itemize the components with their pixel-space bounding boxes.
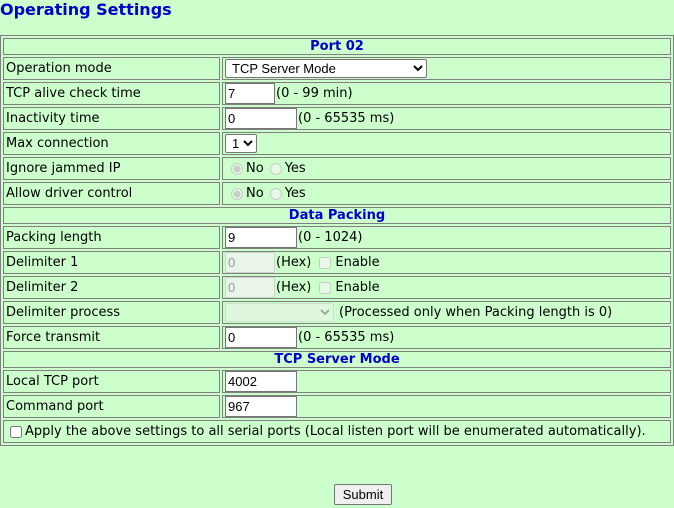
- driver-control-no-label: No: [246, 186, 264, 201]
- operation-mode-select[interactable]: TCP Server Mode: [225, 59, 427, 78]
- row-delimiter-2: Delimiter 2 (Hex) Enable: [3, 276, 671, 299]
- delimiter-1-enable-option[interactable]: Enable: [311, 255, 380, 270]
- ignore-jammed-yes-label: Yes: [284, 161, 306, 176]
- delimiter-process-select[interactable]: [225, 303, 334, 322]
- allow-driver-control-label: Allow driver control: [3, 182, 220, 205]
- row-allow-driver-control: Allow driver control No Yes: [3, 182, 671, 205]
- delimiter-1-hex-label: (Hex): [276, 255, 312, 270]
- tcp-alive-check-label: TCP alive check time: [3, 82, 220, 105]
- driver-control-no-radio[interactable]: [231, 187, 243, 200]
- command-port-input[interactable]: [225, 396, 297, 417]
- ignore-jammed-no-label: No: [246, 161, 264, 176]
- delimiter-1-enable-label: Enable: [335, 255, 380, 270]
- row-local-tcp-port: Local TCP port: [3, 370, 671, 393]
- inactivity-time-label: Inactivity time: [3, 107, 220, 130]
- row-tcp-alive-check: TCP alive check time (0 - 99 min): [3, 82, 671, 105]
- row-command-port: Command port: [3, 395, 671, 418]
- delimiter-2-enable-label: Enable: [335, 280, 380, 295]
- row-ignore-jammed-ip: Ignore jammed IP No Yes: [3, 157, 671, 180]
- settings-table: Port 02 Operation mode TCP Server Mode T…: [0, 35, 674, 446]
- ignore-jammed-no-option[interactable]: No: [225, 161, 264, 176]
- operation-mode-label: Operation mode: [3, 57, 220, 80]
- packing-length-label: Packing length: [3, 226, 220, 249]
- driver-control-yes-label: Yes: [284, 186, 306, 201]
- apply-all-checkbox[interactable]: [10, 425, 22, 438]
- section-header-data-packing: Data Packing: [3, 207, 671, 224]
- driver-control-yes-radio[interactable]: [269, 187, 282, 200]
- force-transmit-label: Force transmit: [3, 326, 220, 349]
- local-tcp-port-label: Local TCP port: [3, 370, 220, 393]
- row-inactivity-time: Inactivity time (0 - 65535 ms): [3, 107, 671, 130]
- force-transmit-input[interactable]: [225, 327, 297, 348]
- delimiter-1-enable-checkbox[interactable]: [319, 256, 332, 269]
- tcp-alive-check-input[interactable]: [225, 83, 275, 104]
- ignore-jammed-yes-option[interactable]: Yes: [264, 161, 306, 176]
- max-connection-label: Max connection: [3, 132, 220, 155]
- command-port-label: Command port: [3, 395, 220, 418]
- driver-control-no-option[interactable]: No: [225, 186, 264, 201]
- inactivity-time-hint: (0 - 65535 ms): [298, 111, 395, 126]
- delimiter-process-hint: (Processed only when Packing length is 0…: [339, 305, 613, 320]
- submit-button[interactable]: Submit: [334, 484, 392, 505]
- delimiter-process-label: Delimiter process: [3, 301, 220, 324]
- row-force-transmit: Force transmit (0 - 65535 ms): [3, 326, 671, 349]
- driver-control-yes-option[interactable]: Yes: [264, 186, 306, 201]
- delimiter-2-label: Delimiter 2: [3, 276, 220, 299]
- row-delimiter-process: Delimiter process (Processed only when P…: [3, 301, 671, 324]
- inactivity-time-input[interactable]: [225, 108, 297, 129]
- ignore-jammed-yes-radio[interactable]: [269, 162, 282, 175]
- delimiter-2-hex-label: (Hex): [276, 280, 312, 295]
- packing-length-input[interactable]: [225, 227, 297, 248]
- section-header-port: Port 02: [3, 38, 671, 55]
- tcp-alive-check-hint: (0 - 99 min): [276, 86, 353, 101]
- delimiter-2-input[interactable]: [225, 277, 275, 298]
- packing-length-hint: (0 - 1024): [298, 230, 363, 245]
- max-connection-select[interactable]: 1: [225, 134, 257, 153]
- page-title: Operating Settings: [0, 0, 172, 19]
- ignore-jammed-no-radio[interactable]: [231, 162, 243, 175]
- row-packing-length: Packing length (0 - 1024): [3, 226, 671, 249]
- ignore-jammed-ip-label: Ignore jammed IP: [3, 157, 220, 180]
- section-header-tcp-server-mode: TCP Server Mode: [3, 351, 671, 368]
- local-tcp-port-input[interactable]: [225, 371, 297, 392]
- delimiter-1-label: Delimiter 1: [3, 251, 220, 274]
- force-transmit-hint: (0 - 65535 ms): [298, 330, 395, 345]
- delimiter-1-input[interactable]: [225, 252, 275, 273]
- apply-all-label: Apply the above settings to all serial p…: [25, 424, 646, 439]
- row-apply-all: Apply the above settings to all serial p…: [3, 420, 671, 443]
- row-operation-mode: Operation mode TCP Server Mode: [3, 57, 671, 80]
- row-max-connection: Max connection 1: [3, 132, 671, 155]
- delimiter-2-enable-checkbox[interactable]: [319, 281, 332, 294]
- row-delimiter-1: Delimiter 1 (Hex) Enable: [3, 251, 671, 274]
- delimiter-2-enable-option[interactable]: Enable: [311, 280, 380, 295]
